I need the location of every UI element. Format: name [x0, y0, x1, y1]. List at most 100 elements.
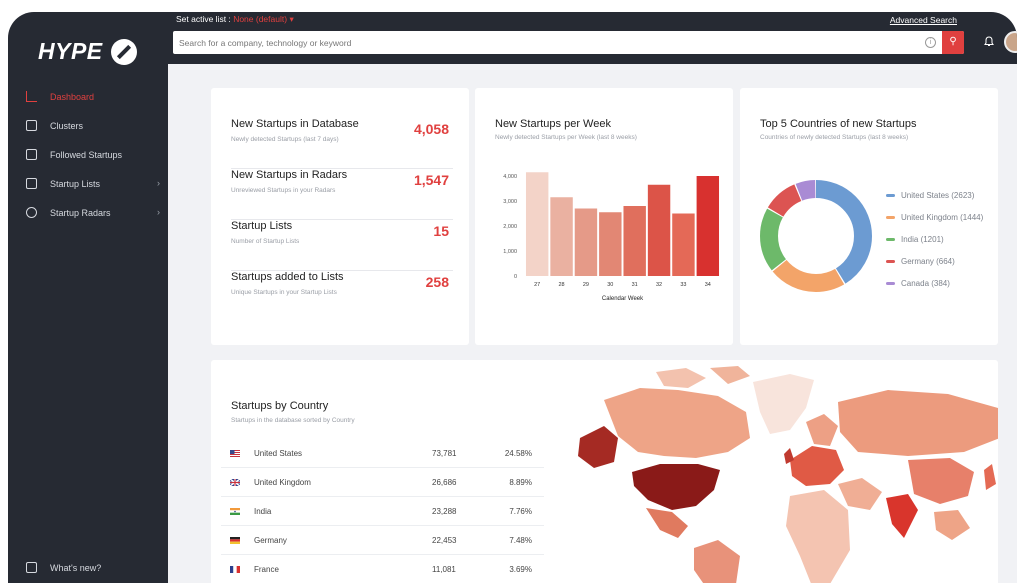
southeast-asia-region[interactable]	[934, 510, 970, 540]
middle-east-region[interactable]	[838, 478, 882, 510]
country-percent: 8.89%	[509, 477, 532, 487]
card-subtitle: Startups in the database sorted by Count…	[231, 417, 355, 424]
africa-region[interactable]	[786, 490, 850, 583]
bar-week-30[interactable]	[599, 212, 622, 276]
germany-flag-icon	[230, 536, 240, 544]
stat-new-startups-radars[interactable]: New Startups in Radars Unreviewed Startu…	[231, 169, 453, 220]
stat-value: 4,058	[413, 121, 449, 137]
sidebar-item-dashboard[interactable]: Dashboard	[8, 82, 168, 111]
legend-label: India (1201)	[901, 234, 944, 244]
country-count: 11,081	[432, 564, 456, 574]
y-tick-label: 1,000	[503, 249, 517, 255]
table-row[interactable]: India 23,288 7.76%	[221, 497, 544, 526]
chevron-right-icon: ›	[157, 207, 160, 217]
info-icon[interactable]: i	[925, 37, 936, 48]
avatar[interactable]	[1004, 31, 1017, 53]
search-button[interactable]: ⚲	[942, 31, 964, 54]
south-america-region[interactable]	[694, 540, 740, 583]
country-count: 22,453	[432, 535, 457, 545]
legend-label: Canada (384)	[901, 278, 950, 288]
mexico-region[interactable]	[646, 508, 688, 538]
x-tick-label: 29	[583, 282, 589, 288]
legend-item[interactable]: India (1201)	[886, 228, 983, 250]
alaska-region[interactable]	[578, 426, 618, 468]
y-tick-label: 3,000	[503, 199, 517, 205]
active-list-selector[interactable]: Set active list : None (default) ▾	[176, 14, 294, 25]
logo[interactable]: HYPE	[38, 38, 137, 65]
country-count: 73,781	[432, 448, 457, 458]
bar-week-33[interactable]	[672, 213, 695, 277]
list-icon	[26, 178, 37, 189]
stat-startups-added[interactable]: Startups added to Lists Unique Startups …	[231, 271, 453, 322]
sidebar-item-followed-startups[interactable]: Followed Startups	[8, 140, 168, 169]
sidebar-item-clusters[interactable]: Clusters	[8, 111, 168, 140]
bar-week-32[interactable]	[647, 184, 671, 276]
bar-week-27[interactable]	[525, 172, 549, 276]
legend-item[interactable]: United Kingdom (1444)	[886, 206, 983, 228]
stat-value: 15	[433, 223, 449, 239]
country-name: India	[254, 506, 272, 516]
usa-region[interactable]	[632, 464, 720, 510]
bar-week-28[interactable]	[550, 197, 573, 276]
scandinavia-region[interactable]	[806, 414, 838, 446]
active-list-value: None (default)	[233, 14, 288, 24]
search-input[interactable]	[173, 31, 913, 54]
table-row[interactable]: France 11,081 3.69%	[221, 555, 544, 583]
stat-startup-lists[interactable]: Startup Lists Number of Startup Lists 15	[231, 220, 453, 271]
chevron-right-icon: ›	[157, 178, 160, 188]
sidebar-item-startup-lists[interactable]: Startup Lists ›	[8, 169, 168, 198]
legend-item[interactable]: Germany (664)	[886, 250, 983, 272]
country-name: United Kingdom	[254, 477, 311, 487]
donut-legend: United States (2623) United Kingdom (144…	[886, 184, 983, 294]
world-map	[578, 366, 998, 583]
bar-week-31[interactable]	[623, 206, 646, 276]
card-subtitle: Newly detected Startups per Week (last 8…	[495, 134, 637, 141]
sidebar-item-label: Followed Startups	[50, 149, 123, 160]
russia-region[interactable]	[838, 390, 998, 456]
bar-week-29[interactable]	[574, 208, 598, 277]
bar-week-34[interactable]	[696, 176, 720, 276]
europe-region[interactable]	[790, 446, 844, 486]
topbar: Set active list : None (default) ▾ Advan…	[168, 12, 1017, 64]
stat-new-startups-db[interactable]: New Startups in Database Newly detected …	[231, 118, 453, 169]
table-row[interactable]: Germany 22,453 7.48%	[221, 526, 544, 555]
logo-text: HYPE	[38, 38, 103, 64]
y-tick-label: 2,000	[503, 224, 517, 230]
china-region[interactable]	[908, 458, 974, 504]
legend-item[interactable]: Canada (384)	[886, 272, 983, 294]
country-name: United States	[254, 448, 303, 458]
weekly-chart-card: New Startups per Week Newly detected Sta…	[475, 88, 733, 345]
table-row[interactable]: United Kingdom 26,686 8.89%	[221, 468, 544, 497]
sidebar-item-label: Dashboard	[50, 91, 95, 102]
advanced-search-link[interactable]: Advanced Search	[890, 15, 957, 25]
country-name: Germany	[254, 535, 287, 545]
sidebar: HYPE Dashboard Clusters Followed Startup…	[8, 12, 168, 583]
legend-label: Germany (664)	[901, 256, 955, 266]
x-tick-label: 30	[607, 282, 613, 288]
country-name: France	[254, 564, 279, 574]
stat-title: Startup Lists	[231, 220, 293, 232]
canada-region[interactable]	[604, 388, 750, 458]
x-tick-label: 28	[559, 282, 565, 288]
whats-new-link[interactable]: What's new?	[26, 562, 101, 573]
country-percent: 24.58%	[504, 448, 532, 458]
india-region[interactable]	[886, 494, 918, 538]
arctic-islands-region[interactable]	[656, 366, 750, 388]
stat-subtitle: Unique Startups in your Startup Lists	[231, 289, 337, 296]
legend-item[interactable]: United States (2623)	[886, 184, 983, 206]
app-window: HYPE Dashboard Clusters Followed Startup…	[8, 12, 1017, 583]
stat-value: 1,547	[413, 172, 449, 188]
gift-icon	[26, 562, 37, 573]
legend-swatch	[886, 193, 895, 197]
country-count: 23,288	[432, 506, 457, 516]
legend-swatch	[886, 237, 895, 241]
japan-region[interactable]	[984, 464, 996, 490]
sidebar-item-startup-radars[interactable]: Startup Radars ›	[8, 198, 168, 227]
bell-icon[interactable]	[984, 36, 994, 47]
table-row[interactable]: United States 73,781 24.58%	[221, 439, 544, 468]
whats-new-label: What's new?	[50, 562, 102, 573]
startups-by-country-card: Startups by Country Startups in the data…	[211, 360, 998, 583]
stat-title: New Startups in Database	[231, 118, 359, 130]
legend-label: United Kingdom (1444)	[901, 212, 984, 222]
greenland-region[interactable]	[753, 374, 814, 434]
